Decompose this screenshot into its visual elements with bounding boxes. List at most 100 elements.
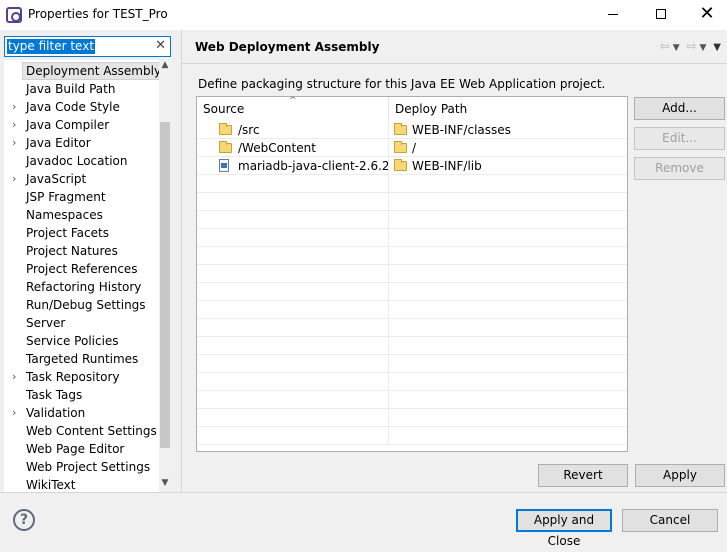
apply-button[interactable]: Apply <box>635 464 725 487</box>
tree-item-label: JavaScript <box>26 172 87 186</box>
tree-item-label: Task Repository <box>26 370 120 384</box>
table-row <box>197 427 627 445</box>
folder-icon <box>394 123 407 135</box>
scroll-down-icon[interactable]: ▼ <box>160 478 170 488</box>
page-description: Define packaging structure for this Java… <box>198 77 606 91</box>
chevron-right-icon[interactable]: › <box>12 134 16 152</box>
tree-item[interactable]: Run/Debug Settings <box>4 296 156 314</box>
tree-item[interactable]: Refactoring History <box>4 278 156 296</box>
table-row <box>197 175 627 193</box>
tree-item[interactable]: Project Facets <box>4 224 156 242</box>
remove-button[interactable]: Remove <box>634 157 725 180</box>
forward-dropdown-icon[interactable]: ▼ <box>700 43 707 53</box>
close-button[interactable]: ✕ <box>684 0 727 30</box>
tree-item[interactable]: WikiText <box>4 476 156 493</box>
edit-button[interactable]: Edit... <box>634 127 725 150</box>
deploy-path-cell <box>389 193 627 211</box>
source-cell <box>197 193 389 211</box>
tree-item[interactable]: Task Tags <box>4 386 156 404</box>
add-button[interactable]: Add... <box>634 97 725 120</box>
table-row <box>197 373 627 391</box>
minimize-button[interactable] <box>590 0 636 30</box>
column-header-deploy-path[interactable]: Deploy Path <box>389 97 627 121</box>
chevron-right-icon[interactable]: › <box>12 170 16 188</box>
tree-item[interactable]: Namespaces <box>4 206 156 224</box>
source-cell <box>197 409 389 427</box>
tree-item[interactable]: Javadoc Location <box>4 152 156 170</box>
table-row <box>197 193 627 211</box>
page-header: Web Deployment Assembly ⇦ ▼ ⇨ ▼ ▼ <box>182 30 727 64</box>
tree-item-label: Project Natures <box>26 244 118 258</box>
deploy-path-cell <box>389 283 627 301</box>
tree-item[interactable]: › Java Editor <box>4 134 156 152</box>
deploy-path-cell: WEB-INF/classes <box>389 121 627 139</box>
source-cell <box>197 337 389 355</box>
tree-item-label: Refactoring History <box>26 280 142 294</box>
tree-item[interactable]: Web Page Editor <box>4 440 156 458</box>
tree-item-label: Web Content Settings <box>26 424 157 438</box>
chevron-right-icon[interactable]: › <box>12 116 16 134</box>
tree-item-label: WikiText <box>26 478 76 492</box>
forward-arrow-icon[interactable]: ⇨ <box>686 39 696 53</box>
tree-item[interactable]: Web Content Settings <box>4 422 157 440</box>
tree-item-label: Targeted Runtimes <box>26 352 139 366</box>
scrollbar-thumb[interactable] <box>160 122 170 448</box>
revert-button[interactable]: Revert <box>538 464 628 487</box>
tree-item[interactable]: Service Policies <box>4 332 156 350</box>
help-icon[interactable]: ? <box>13 509 35 531</box>
tree-item-label: Deployment Assembly <box>22 62 166 80</box>
folder-icon <box>394 159 407 171</box>
deploy-path: WEB-INF/classes <box>412 123 511 137</box>
title-bar: Properties for TEST_Pro ✕ <box>0 0 727 30</box>
table-row[interactable]: /WebContent / <box>197 139 627 157</box>
table-row[interactable]: /src WEB-INF/classes <box>197 121 627 139</box>
tree-item[interactable]: › Task Repository <box>4 368 156 386</box>
tree-item[interactable]: › JavaScript <box>4 170 156 188</box>
table-row[interactable]: mariadb-java-client-2.6.2.jar WEB-INF/lib <box>197 157 627 175</box>
tree-item-label: Namespaces <box>26 208 103 222</box>
tree-scrollbar[interactable]: ▲ ▼ <box>159 60 171 493</box>
tree-item[interactable]: Targeted Runtimes <box>4 350 156 368</box>
back-dropdown-icon[interactable]: ▼ <box>673 43 680 53</box>
source-path: /WebContent <box>238 141 316 155</box>
source-cell <box>197 427 389 445</box>
tree-item[interactable]: › Java Code Style <box>4 98 156 116</box>
tree-item[interactable]: Java Build Path <box>4 80 156 98</box>
deploy-path-cell <box>389 211 627 229</box>
source-cell <box>197 319 389 337</box>
deploy-path-cell <box>389 427 627 445</box>
source-cell <box>197 247 389 265</box>
apply-and-close-button[interactable]: Apply and Close <box>516 509 612 548</box>
cancel-button[interactable]: Cancel <box>622 509 718 532</box>
pane-divider[interactable] <box>181 30 182 492</box>
tree-item[interactable]: Project References <box>4 260 156 278</box>
column-header-source[interactable]: ^ Source <box>197 96 389 121</box>
filter-field[interactable]: type filter text ✕ <box>4 36 171 57</box>
table-row <box>197 301 627 319</box>
scroll-up-icon[interactable]: ▲ <box>160 60 170 70</box>
tree-item[interactable]: Project Natures <box>4 242 156 260</box>
clear-filter-icon[interactable]: ✕ <box>155 38 166 53</box>
deploy-path-cell <box>389 301 627 319</box>
tree-item[interactable]: › Java Compiler <box>4 116 156 134</box>
tree-item-label: Project Facets <box>26 226 109 240</box>
back-arrow-icon[interactable]: ⇦ <box>660 39 670 53</box>
chevron-right-icon[interactable]: › <box>12 98 16 116</box>
maximize-button[interactable] <box>638 0 684 30</box>
deploy-path-cell <box>389 373 627 391</box>
table-row <box>197 283 627 301</box>
tree-item[interactable]: Deployment Assembly <box>4 62 166 80</box>
folder-icon <box>219 141 232 153</box>
tree-item[interactable]: Web Project Settings <box>4 458 156 476</box>
footer-separator <box>0 492 727 493</box>
tree-item[interactable]: › Validation <box>4 404 156 422</box>
chevron-right-icon[interactable]: › <box>12 368 16 386</box>
tree-item-label: Java Code Style <box>26 100 120 114</box>
tree-item[interactable]: JSP Fragment <box>4 188 156 206</box>
filter-input[interactable]: type filter text <box>7 39 96 54</box>
view-menu-icon[interactable]: ▼ <box>713 42 721 53</box>
sort-ascending-icon: ^ <box>289 96 297 106</box>
chevron-right-icon[interactable]: › <box>12 404 16 422</box>
tree-item[interactable]: Server <box>4 314 156 332</box>
eclipse-app-icon <box>6 7 22 23</box>
